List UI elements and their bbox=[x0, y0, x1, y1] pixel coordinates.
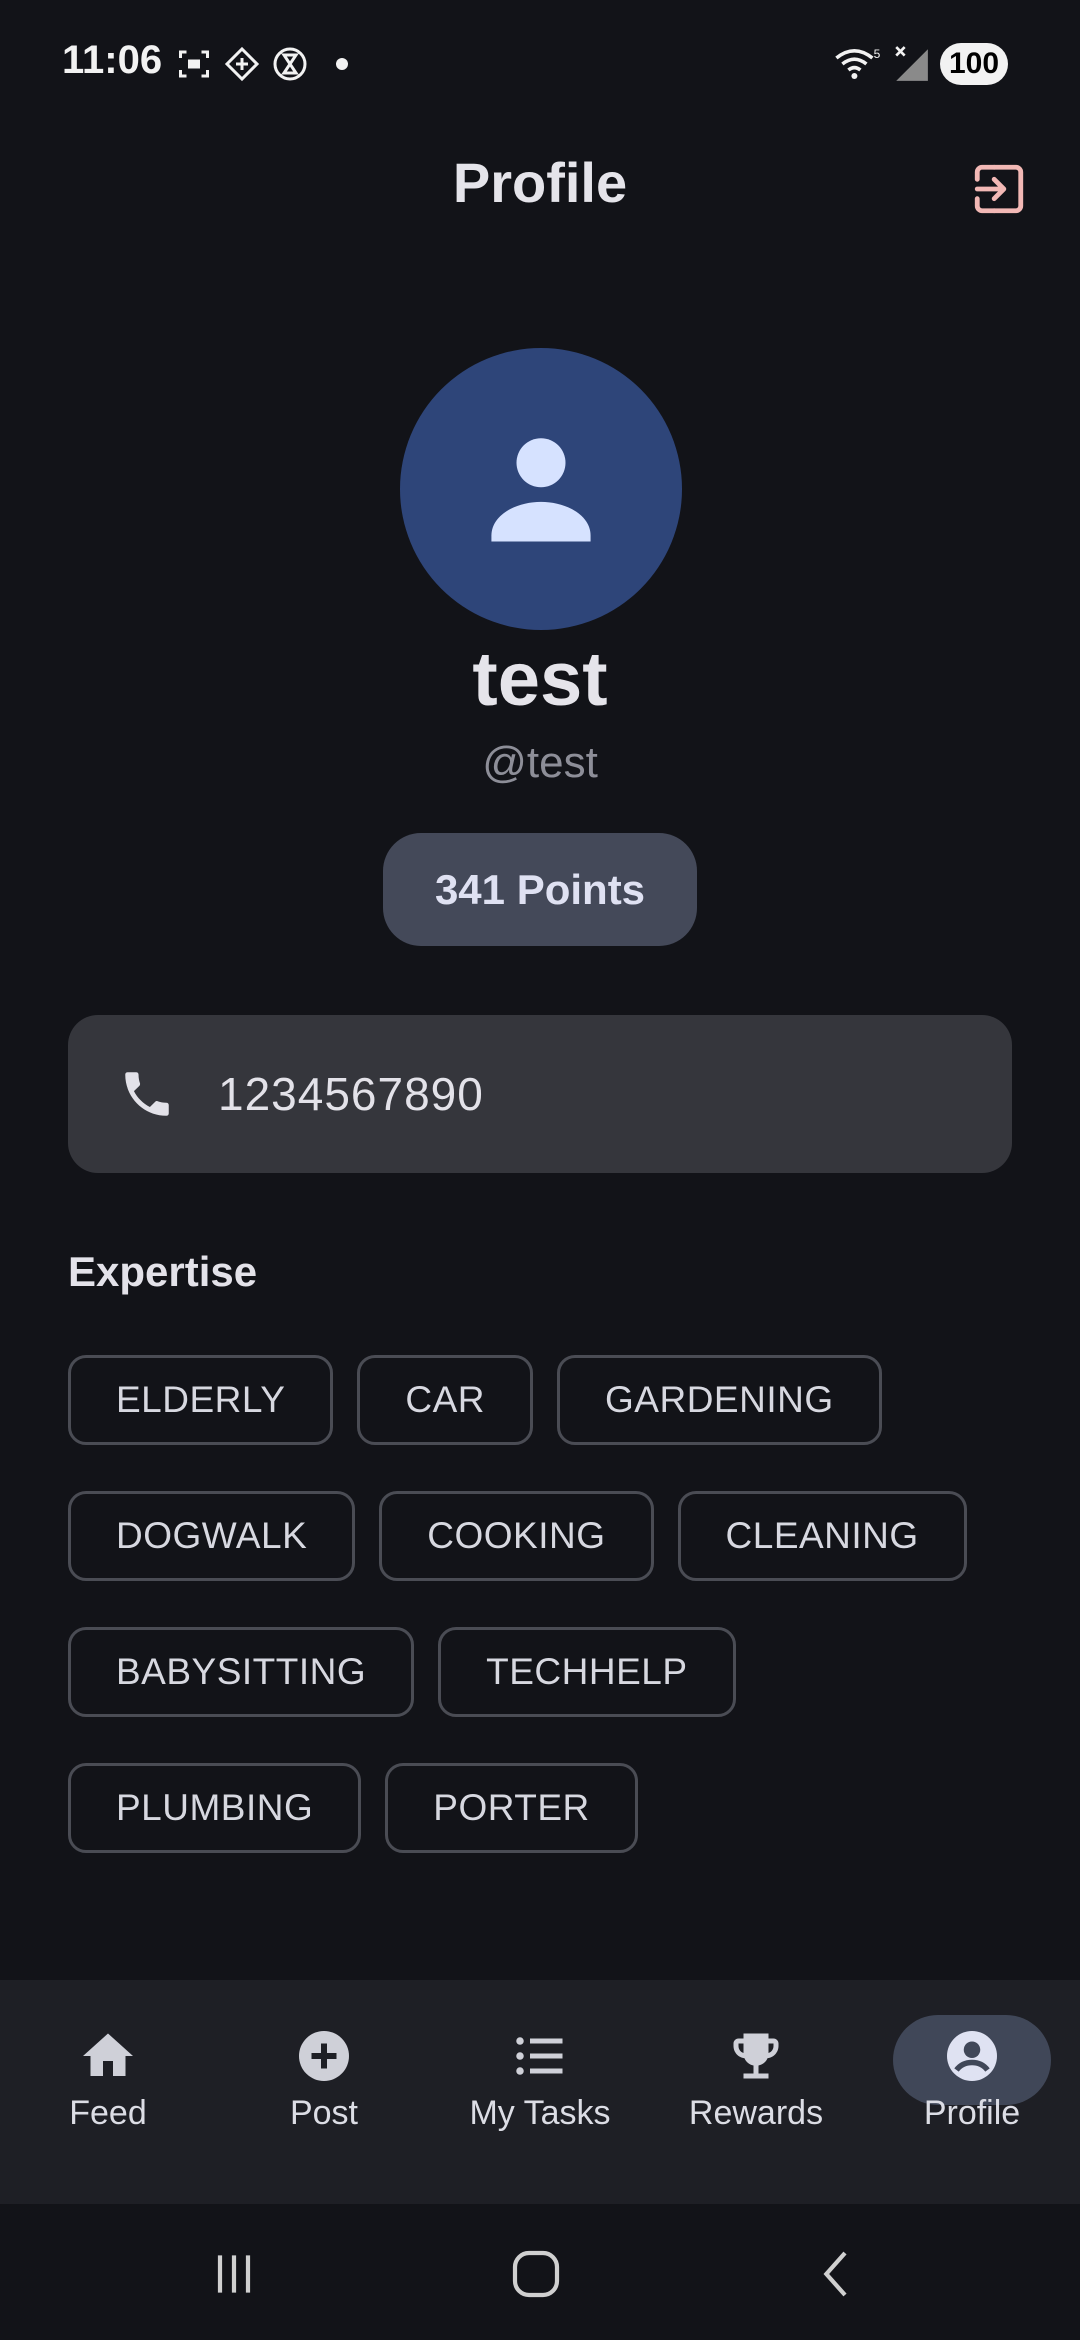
nav-item-post[interactable]: Post bbox=[216, 1980, 432, 2204]
hourglass-icon bbox=[273, 47, 307, 81]
phone-icon bbox=[125, 1072, 169, 1116]
chip-cooking[interactable]: COOKING bbox=[379, 1491, 654, 1581]
home-button-icon bbox=[512, 2250, 560, 2298]
nav-item-rewards[interactable]: Rewards bbox=[648, 1980, 864, 2204]
nav-item-feed[interactable]: Feed bbox=[0, 1980, 216, 2204]
profile-screen: 11:06 5 100 Profile test @test 341 Point… bbox=[0, 0, 1080, 2340]
notification-dot bbox=[336, 58, 348, 70]
bottom-navigation: Feed Post My Tasks Rewards Profile bbox=[0, 1980, 1080, 2204]
status-system-icons: 5 100 bbox=[834, 40, 1008, 88]
status-bar: 11:06 5 100 bbox=[0, 0, 1080, 130]
battery-indicator: 100 bbox=[940, 43, 1008, 85]
chip-porter[interactable]: PORTER bbox=[385, 1763, 638, 1853]
chip-elderly[interactable]: ELDERLY bbox=[68, 1355, 334, 1445]
chip-car[interactable]: CAR bbox=[357, 1355, 534, 1445]
app-diamond-icon bbox=[224, 46, 260, 82]
chip-plumbing[interactable]: PLUMBING bbox=[68, 1763, 362, 1853]
chip-gardening[interactable]: GARDENING bbox=[557, 1355, 882, 1445]
expertise-chips: ELDERLY CAR GARDENING DOGWALK COOKING CL… bbox=[68, 1355, 1028, 1853]
phone-card: 1234567890 bbox=[68, 1015, 1012, 1173]
username: @test bbox=[482, 738, 598, 787]
nav-item-profile[interactable]: Profile bbox=[864, 1980, 1080, 2204]
add-circle-icon bbox=[299, 2031, 349, 2081]
wifi-band-label: 5 bbox=[874, 47, 881, 61]
back-icon bbox=[823, 2251, 847, 2297]
display-name: test bbox=[472, 637, 608, 722]
person-icon bbox=[491, 438, 591, 542]
wifi-icon: 5 bbox=[835, 47, 881, 79]
chip-babysitting[interactable]: BABYSITTING bbox=[68, 1627, 415, 1717]
status-notification-icons bbox=[176, 44, 348, 84]
chip-cleaning[interactable]: CLEANING bbox=[677, 1491, 967, 1581]
status-time: 11:06 bbox=[62, 38, 163, 82]
list-icon bbox=[516, 2037, 563, 2075]
recents-button[interactable] bbox=[204, 2244, 264, 2304]
logout-button[interactable] bbox=[966, 156, 1032, 222]
system-navigation-bar bbox=[0, 2204, 1080, 2340]
signal-icon bbox=[895, 46, 928, 81]
trophy-icon bbox=[733, 2033, 779, 2079]
nav-label-profile: Profile bbox=[923, 2094, 1021, 2132]
nav-label-feed: Feed bbox=[69, 2094, 147, 2132]
chip-techhelp[interactable]: TECHHELP bbox=[438, 1627, 736, 1717]
home-icon bbox=[83, 2033, 133, 2076]
expertise-title: Expertise bbox=[68, 1248, 258, 1295]
nav-item-my-tasks[interactable]: My Tasks bbox=[432, 1980, 648, 2204]
avatar bbox=[400, 348, 682, 630]
points-badge: 341 Points bbox=[383, 833, 697, 946]
back-button[interactable] bbox=[808, 2244, 868, 2304]
chip-dogwalk[interactable]: DOGWALK bbox=[68, 1491, 356, 1581]
account-circle-icon bbox=[947, 2031, 997, 2081]
screenshot-icon bbox=[179, 50, 209, 78]
nav-label-my-tasks: My Tasks bbox=[469, 2094, 611, 2132]
recents-icon bbox=[217, 2255, 251, 2293]
home-button[interactable] bbox=[506, 2244, 566, 2304]
logout-icon bbox=[974, 164, 1024, 214]
nav-label-post: Post bbox=[289, 2094, 359, 2132]
phone-number: 1234567890 bbox=[218, 1068, 484, 1120]
nav-label-rewards: Rewards bbox=[688, 2094, 824, 2132]
page-title: Profile bbox=[452, 151, 628, 214]
